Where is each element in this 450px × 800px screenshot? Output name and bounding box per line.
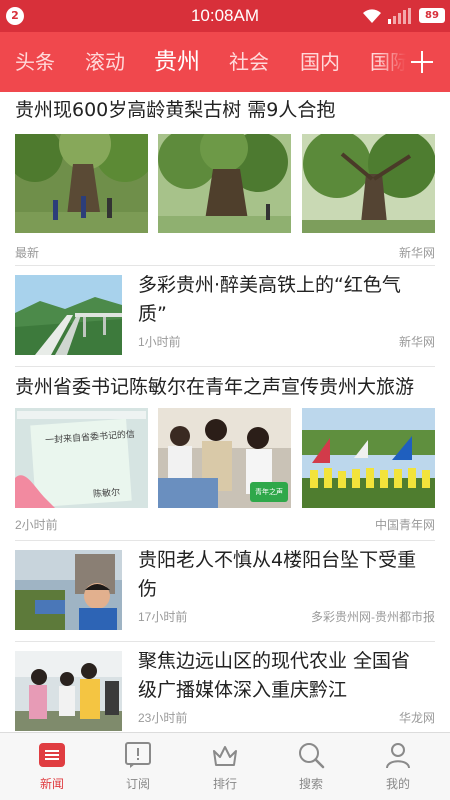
letter-signature: 陈敏尔	[92, 488, 121, 500]
news-title: 贵州省委书记陈敏尔在青年之声宣传贵州大旅游	[15, 376, 415, 398]
news-source: 华龙网	[398, 711, 435, 725]
news-image	[302, 134, 435, 233]
news-item[interactable]: 贵州现600岁高龄黄梨古树 需9人合抱 最新 新华网	[15, 96, 435, 260]
search-icon	[299, 743, 325, 769]
news-time: 1小时前	[138, 335, 181, 349]
divider	[15, 540, 435, 541]
news-icon	[39, 743, 65, 767]
news-source: 多彩贵州网-贵州都市报	[311, 610, 435, 624]
add-channel-icon[interactable]	[406, 46, 438, 78]
news-image	[302, 408, 435, 508]
news-image: 一封来自省委书记的信 陈敏尔	[15, 408, 148, 508]
tab-search[interactable]: 搜索	[266, 733, 356, 800]
tab-label: 订阅	[125, 777, 150, 791]
news-item[interactable]: 贵州省委书记陈敏尔在青年之声宣传贵州大旅游 一封来自省委书记的信 陈敏尔 青年之…	[15, 373, 435, 538]
tab-label: 新闻	[39, 777, 64, 791]
wifi-icon	[363, 9, 381, 23]
news-title: 贵州现600岁高龄黄梨古树 需9人合抱	[15, 99, 336, 121]
bottom-tab-bar: 新闻 订阅 排行 搜索 我的	[0, 732, 450, 800]
news-title-line: 聚焦边远山区的现代农业 全国省	[138, 650, 411, 672]
tab-ranking[interactable]: 排行	[180, 733, 270, 800]
news-time: 2小时前	[15, 518, 58, 532]
divider	[15, 641, 435, 642]
divider	[15, 265, 435, 266]
status-time: 10:08AM	[190, 6, 260, 25]
news-title-line: 级广播媒体深入重庆黔江	[138, 679, 348, 701]
news-title-line: 贵阳老人不慎从4楼阳台坠下受重	[138, 549, 417, 571]
news-title-line: 伤	[138, 578, 158, 600]
tab-profile[interactable]: 我的	[353, 733, 443, 800]
crown-icon	[213, 746, 237, 766]
news-item[interactable]: 贵阳老人不慎从4楼阳台坠下受重 伤 17小时前 多彩贵州网-贵州都市报	[15, 549, 435, 632]
news-item[interactable]: 聚焦边远山区的现代农业 全国省 级广播媒体深入重庆黔江 23小时前 华龙网	[15, 650, 435, 732]
status-bar: 2 10:08AM 89	[0, 0, 450, 32]
channel-fade	[378, 32, 406, 92]
tab-label: 我的	[385, 777, 410, 791]
tab-news[interactable]: 新闻	[7, 733, 97, 800]
tab-subscribe[interactable]: 订阅	[93, 733, 183, 800]
channel-tab-headlines[interactable]: 头条	[15, 32, 55, 92]
news-image	[15, 275, 122, 355]
news-image	[15, 651, 122, 731]
tab-label: 搜索	[298, 777, 323, 791]
channel-bar: 头条 滚动 贵州 社会 国内 国际	[0, 32, 450, 92]
news-item[interactable]: 多彩贵州·醉美高铁上的“红色气 质” 1小时前 新华网	[15, 274, 435, 357]
tab-label: 排行	[212, 777, 237, 791]
divider	[15, 366, 435, 367]
profile-icon	[386, 743, 410, 769]
subscribe-icon	[125, 742, 151, 768]
news-source: 新华网	[398, 246, 435, 260]
channel-tab-domestic[interactable]: 国内	[300, 32, 340, 92]
news-feed[interactable]: 贵州现600岁高龄黄梨古树 需9人合抱 最新 新华网 多彩贵州·醉美高铁上的“红…	[0, 92, 450, 732]
channel-tab-society[interactable]: 社会	[229, 32, 269, 92]
news-title-line: 多彩贵州·醉美高铁上的“红色气	[138, 274, 401, 296]
battery-indicator: 89	[419, 8, 445, 23]
news-image	[15, 550, 122, 630]
channel-tab-guizhou[interactable]: 贵州	[154, 32, 200, 92]
news-time: 17小时前	[138, 610, 188, 624]
channel-tab-rolling[interactable]: 滚动	[85, 32, 125, 92]
news-image	[15, 134, 148, 233]
news-time: 最新	[15, 246, 40, 260]
news-title-line: 质”	[138, 303, 167, 325]
news-source: 中国青年网	[374, 518, 435, 532]
news-image: 青年之声	[158, 408, 291, 508]
youth-voice-badge: 青年之声	[250, 482, 288, 502]
news-source: 新华网	[398, 335, 435, 349]
signal-icon	[388, 8, 411, 24]
news-time: 23小时前	[138, 711, 188, 725]
news-image	[158, 134, 291, 233]
